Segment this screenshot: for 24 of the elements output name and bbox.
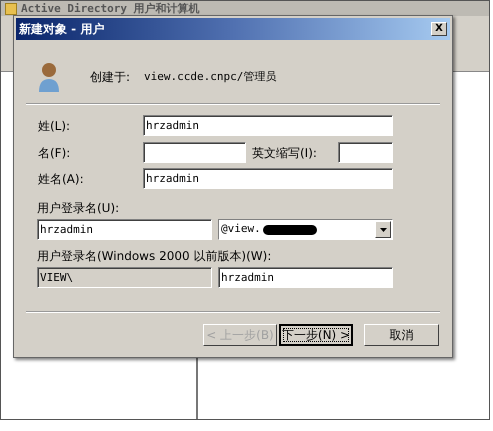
wizard-button[interactable]: 取消 (364, 324, 439, 346)
input-field[interactable]: hrzadmin (143, 115, 393, 136)
window-title: Active Directory 用户和计算机 (21, 2, 200, 15)
domain-dropdown[interactable]: @view. (218, 219, 393, 240)
input-field[interactable]: hrzadmin (37, 219, 212, 240)
created-in-path: view.ccde.cnpc/管理员 (144, 68, 276, 85)
created-in-label: 创建于: (90, 69, 130, 86)
field-label: 用户登录名(U): (37, 200, 120, 217)
field-label: 名(F): (38, 144, 72, 162)
user-icon (38, 61, 60, 93)
field-label: 用户登录名(Windows 2000 以前版本)(W): (37, 248, 272, 265)
input-field[interactable]: VIEW\ (37, 267, 212, 288)
field-label: 英文缩写(I): (252, 144, 318, 162)
input-field[interactable]: hrzadmin (143, 168, 393, 189)
close-button[interactable]: X (431, 22, 447, 36)
input-field[interactable] (143, 142, 246, 163)
field-label: 姓名(A): (38, 170, 85, 188)
input-field[interactable] (338, 142, 393, 163)
field-label: 姓(L): (38, 118, 72, 134)
input-field[interactable]: hrzadmin (218, 267, 393, 288)
domain-text: @view. (220, 221, 262, 238)
wizard-button[interactable]: 下一步(N) > (279, 324, 353, 346)
folder-icon (5, 2, 17, 14)
dialog-title: 新建对象 - 用户 (19, 21, 104, 38)
